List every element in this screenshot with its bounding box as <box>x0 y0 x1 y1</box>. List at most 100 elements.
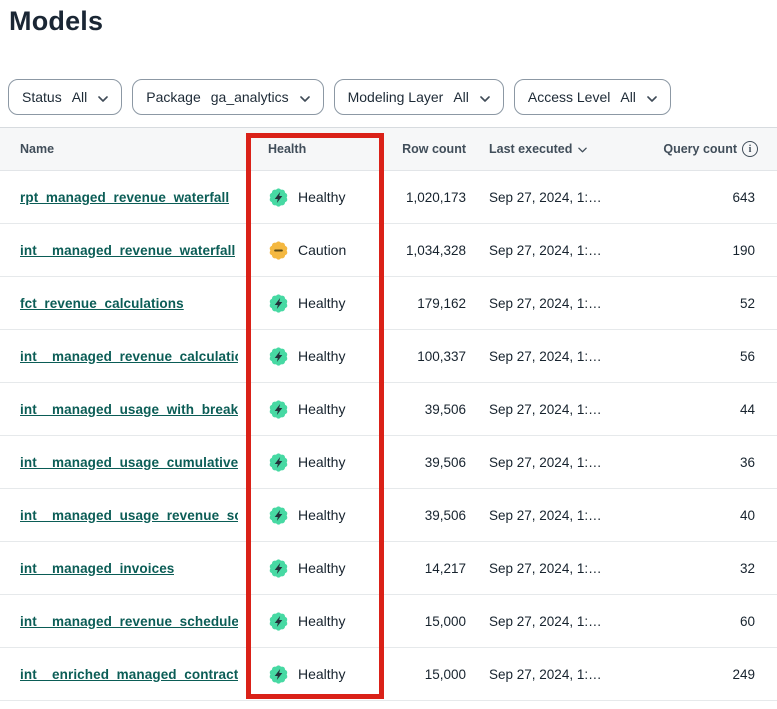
model-name-link[interactable]: fct_revenue_calculations <box>20 296 184 311</box>
health-status-icon <box>268 187 289 208</box>
model-name-cell: rpt_managed_revenue_waterfall <box>0 190 248 205</box>
query-count-cell: 60 <box>636 614 777 629</box>
row-count-cell: 1,020,173 <box>385 190 466 205</box>
filter-modeling-layer[interactable]: Modeling Layer All <box>334 79 504 115</box>
table-row: int__managed_revenue_schedule_… Healthy … <box>0 595 777 648</box>
info-icon[interactable]: i <box>742 141 758 157</box>
health-label: Caution <box>298 242 346 258</box>
model-name-link[interactable]: int__managed_usage_with_breaka… <box>20 402 238 417</box>
model-name-cell: int__managed_revenue_schedule_… <box>0 614 248 629</box>
health-status-icon <box>268 664 289 685</box>
health-cell: Caution <box>248 240 385 261</box>
row-count-cell: 1,034,328 <box>385 243 466 258</box>
last-executed-cell: Sep 27, 2024, 1:… <box>466 508 636 523</box>
row-count-cell: 39,506 <box>385 455 466 470</box>
health-label: Healthy <box>298 189 345 205</box>
health-badge: Healthy <box>268 452 345 473</box>
model-name-cell: int__enriched_managed_contracts <box>0 667 248 682</box>
chevron-down-icon <box>300 89 310 105</box>
health-cell: Healthy <box>248 452 385 473</box>
last-executed-cell: Sep 27, 2024, 1:… <box>466 667 636 682</box>
last-executed-cell: Sep 27, 2024, 1:… <box>466 296 636 311</box>
health-status-icon <box>268 399 289 420</box>
filter-status-label: Status <box>22 89 62 105</box>
row-count-cell: 39,506 <box>385 508 466 523</box>
column-header-row-count: Row count <box>385 142 466 156</box>
page-title: Models <box>9 6 777 37</box>
health-label: Healthy <box>298 560 345 576</box>
filter-access-level[interactable]: Access Level All <box>514 79 671 115</box>
health-badge: Healthy <box>268 187 345 208</box>
filter-status[interactable]: Status All <box>8 79 122 115</box>
table-header-row: Name Health Row count Last executed Quer… <box>0 127 777 171</box>
health-cell: Healthy <box>248 611 385 632</box>
model-name-link[interactable]: int__enriched_managed_contracts <box>20 667 238 682</box>
model-name-link[interactable]: int__managed_usage_cumulative_… <box>20 455 238 470</box>
health-label: Healthy <box>298 454 345 470</box>
health-label: Healthy <box>298 295 345 311</box>
last-executed-cell: Sep 27, 2024, 1:… <box>466 614 636 629</box>
health-status-icon <box>268 558 289 579</box>
filter-package-value: ga_analytics <box>211 89 289 105</box>
health-status-icon <box>268 505 289 526</box>
query-count-cell: 44 <box>636 402 777 417</box>
table-row: int__managed_usage_cumulative_… Healthy … <box>0 436 777 489</box>
query-count-cell: 52 <box>636 296 777 311</box>
query-count-cell: 32 <box>636 561 777 576</box>
model-name-link[interactable]: int__managed_revenue_waterfall <box>20 243 235 258</box>
health-cell: Healthy <box>248 505 385 526</box>
last-executed-cell: Sep 27, 2024, 1:… <box>466 349 636 364</box>
last-executed-cell: Sep 27, 2024, 1:… <box>466 402 636 417</box>
row-count-cell: 100,337 <box>385 349 466 364</box>
health-badge: Healthy <box>268 399 345 420</box>
health-badge: Healthy <box>268 611 345 632</box>
query-count-cell: 56 <box>636 349 777 364</box>
column-header-health: Health <box>248 142 385 156</box>
model-name-link[interactable]: int__managed_revenue_calculations <box>20 349 238 364</box>
health-status-icon <box>268 240 289 261</box>
model-name-link[interactable]: int__managed_usage_revenue_sc… <box>20 508 238 523</box>
filter-access-level-value: All <box>620 89 636 105</box>
model-name-cell: int__managed_usage_revenue_sc… <box>0 508 248 523</box>
table-row: int__managed_usage_revenue_sc… Healthy 3… <box>0 489 777 542</box>
health-status-icon <box>268 452 289 473</box>
table-body: rpt_managed_revenue_waterfall Healthy 1,… <box>0 171 777 701</box>
chevron-down-icon <box>98 89 108 105</box>
model-name-cell: fct_revenue_calculations <box>0 296 248 311</box>
health-status-icon <box>268 346 289 367</box>
query-count-cell: 190 <box>636 243 777 258</box>
filter-modeling-layer-value: All <box>453 89 469 105</box>
model-name-cell: int__managed_revenue_waterfall <box>0 243 248 258</box>
filter-package[interactable]: Package ga_analytics <box>132 79 323 115</box>
query-count-cell: 36 <box>636 455 777 470</box>
health-label: Healthy <box>298 348 345 364</box>
health-cell: Healthy <box>248 346 385 367</box>
row-count-cell: 179,162 <box>385 296 466 311</box>
column-header-last-executed-label: Last executed <box>489 142 572 156</box>
health-label: Healthy <box>298 401 345 417</box>
row-count-cell: 39,506 <box>385 402 466 417</box>
table-row: int__managed_usage_with_breaka… Healthy … <box>0 383 777 436</box>
chevron-down-icon <box>480 89 490 105</box>
last-executed-cell: Sep 27, 2024, 1:… <box>466 243 636 258</box>
health-badge: Healthy <box>268 664 345 685</box>
column-header-query-count-label: Query count <box>663 142 737 156</box>
model-name-link[interactable]: int__managed_invoices <box>20 561 174 576</box>
row-count-cell: 15,000 <box>385 614 466 629</box>
last-executed-cell: Sep 27, 2024, 1:… <box>466 455 636 470</box>
model-name-cell: int__managed_invoices <box>0 561 248 576</box>
column-header-name: Name <box>0 142 248 156</box>
model-name-link[interactable]: int__managed_revenue_schedule_… <box>20 614 238 629</box>
column-header-last-executed[interactable]: Last executed <box>466 142 636 156</box>
health-cell: Healthy <box>248 293 385 314</box>
health-label: Healthy <box>298 507 345 523</box>
health-cell: Healthy <box>248 558 385 579</box>
table-row: int__enriched_managed_contracts Healthy … <box>0 648 777 701</box>
health-cell: Healthy <box>248 664 385 685</box>
filter-package-label: Package <box>146 89 200 105</box>
health-cell: Healthy <box>248 187 385 208</box>
query-count-cell: 249 <box>636 667 777 682</box>
filter-modeling-layer-label: Modeling Layer <box>348 89 444 105</box>
model-name-link[interactable]: rpt_managed_revenue_waterfall <box>20 190 229 205</box>
health-cell: Healthy <box>248 399 385 420</box>
